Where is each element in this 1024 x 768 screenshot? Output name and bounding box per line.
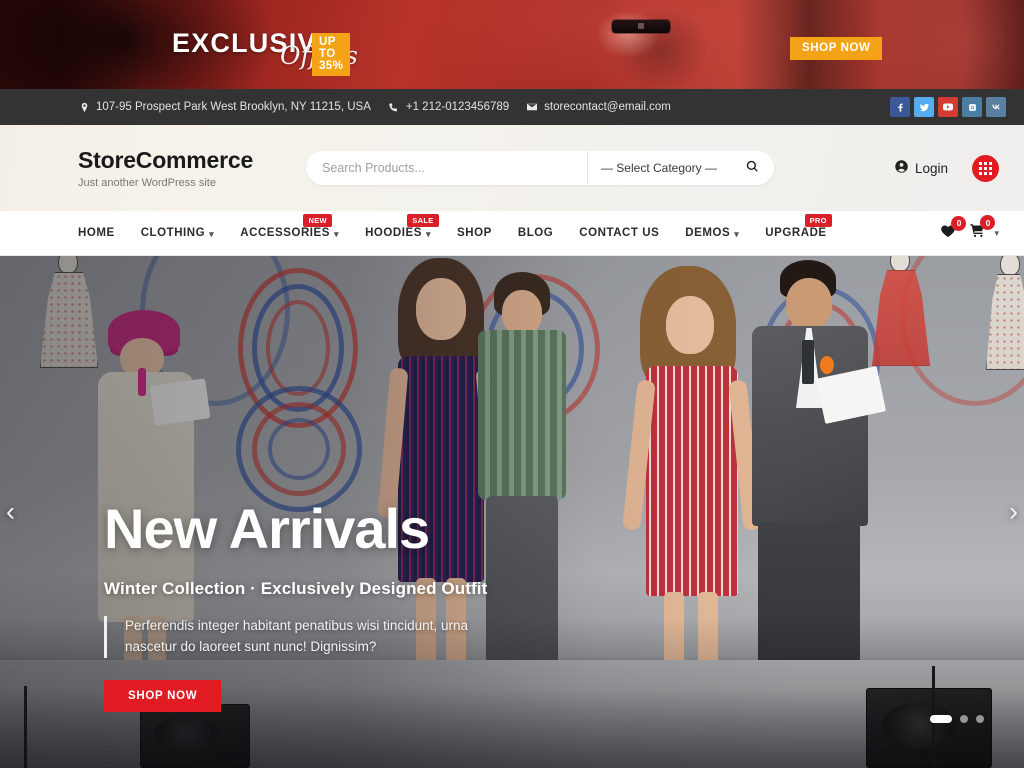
nav-link-upgrade[interactable]: UPGRADE — [765, 227, 826, 239]
nav-link-contact-us[interactable]: CONTACT US — [579, 227, 659, 239]
hero-title: New Arrivals — [104, 497, 430, 560]
carousel-dot-3[interactable] — [976, 715, 984, 723]
nav-list: HOME CLOTHING ▾ NEW ACCESSORIES ▾ SALE H… — [78, 214, 853, 239]
nav-item-demos[interactable]: DEMOS ▾ — [685, 227, 739, 239]
site-branding[interactable]: StoreCommerce Just another WordPress sit… — [78, 147, 306, 189]
contact-email[interactable]: storecontact@email.com — [526, 101, 671, 113]
instagram-icon[interactable] — [962, 97, 982, 117]
carousel-prev-arrow[interactable]: ‹ — [6, 498, 15, 526]
category-select[interactable]: — Select Category — — [587, 151, 730, 185]
search-submit-button[interactable] — [730, 151, 774, 185]
contact-phone[interactable]: +1 212-0123456789 — [388, 101, 509, 113]
location-pin-icon — [78, 101, 90, 113]
nav-link-shop[interactable]: SHOP — [457, 227, 492, 239]
site-tagline: Just another WordPress site — [78, 177, 216, 189]
carousel-next-arrow[interactable]: › — [1009, 498, 1018, 526]
product-search-bar: — Select Category — — [306, 151, 774, 185]
cart-button[interactable]: 0 ▾ — [969, 215, 999, 244]
nav-label: HOODIES — [365, 227, 422, 239]
user-circle-icon — [894, 159, 909, 177]
contact-address: 107-95 Prospect Park West Brooklyn, NY 1… — [78, 101, 371, 113]
nav-label: CLOTHING — [140, 227, 206, 239]
wishlist-button[interactable]: 0 — [940, 215, 967, 244]
social-links — [890, 97, 1006, 117]
site-header: StoreCommerce Just another WordPress sit… — [0, 125, 1024, 211]
search-input[interactable] — [306, 151, 587, 185]
hero-description: Perferendis integer habitant penatibus w… — [104, 616, 504, 658]
hero-subtitle: Winter Collection · Exclusively Designed… — [104, 579, 488, 599]
nav-badge-new: NEW — [303, 214, 332, 227]
nav-link-hoodies[interactable]: HOODIES ▾ — [365, 227, 431, 239]
promo-shop-now-button[interactable]: SHOP NOW — [790, 37, 883, 60]
nav-label: UPGRADE — [765, 227, 827, 239]
facebook-icon[interactable] — [890, 97, 910, 117]
nav-label: DEMOS — [685, 227, 731, 239]
nav-item-clothing[interactable]: CLOTHING ▾ — [141, 227, 215, 239]
phone-icon — [388, 101, 400, 113]
top-contact-bar: 107-95 Prospect Park West Brooklyn, NY 1… — [0, 89, 1024, 125]
nav-item-home[interactable]: HOME — [78, 227, 115, 239]
promo-discount-badge: UP TO 35% — [312, 33, 351, 76]
nav-label: BLOG — [517, 227, 554, 239]
chevron-down-icon: ▾ — [334, 228, 340, 239]
apps-grid-icon[interactable] — [972, 154, 999, 182]
nav-label: HOME — [78, 227, 115, 239]
grid-dots — [979, 161, 992, 175]
nav-badge-pro: PRO — [804, 214, 832, 227]
nav-utility-icons: 0 0 ▾ — [940, 215, 999, 244]
carousel-dot-2[interactable] — [960, 715, 968, 723]
nav-link-demos[interactable]: DEMOS ▾ — [685, 227, 739, 239]
nav-link-blog[interactable]: BLOG — [518, 227, 553, 239]
carousel-pagination — [930, 715, 984, 723]
login-label: Login — [914, 160, 948, 176]
chevron-down-icon: ▾ — [734, 228, 740, 239]
envelope-icon — [526, 101, 538, 113]
nav-link-clothing[interactable]: CLOTHING ▾ — [141, 227, 215, 239]
nav-label: CONTACT US — [579, 227, 660, 239]
nav-item-contact-us[interactable]: CONTACT US — [579, 227, 659, 239]
chevron-down-icon: ▾ — [425, 228, 432, 239]
nav-item-hoodies[interactable]: SALE HOODIES ▾ — [365, 214, 439, 239]
vk-icon[interactable] — [986, 97, 1006, 117]
hero-content: New Arrivals Winter Collection · Exclusi… — [104, 500, 664, 712]
carousel-dot-1[interactable] — [930, 715, 952, 723]
site-title: StoreCommerce — [78, 147, 254, 173]
contact-email-text: storecontact@email.com — [544, 101, 671, 113]
hero-slider: New Arrivals Winter Collection · Exclusi… — [0, 256, 1024, 768]
nav-item-upgrade[interactable]: PRO UPGRADE — [765, 214, 832, 239]
youtube-icon[interactable] — [938, 97, 958, 117]
search-icon — [745, 159, 760, 177]
chevron-down-icon[interactable]: ▾ — [994, 228, 999, 239]
nav-item-accessories[interactable]: NEW ACCESSORIES ▾ — [240, 214, 339, 239]
login-link[interactable]: Login — [894, 159, 948, 177]
promo-text-group: EXCLUSIVE Offers UP TO 35% — [172, 28, 358, 76]
hero-shop-now-button[interactable]: SHOP NOW — [104, 679, 222, 712]
contact-phone-text: +1 212-0123456789 — [405, 101, 510, 113]
nav-link-accessories[interactable]: ACCESSORIES ▾ — [240, 227, 339, 239]
contact-address-text: 107-95 Prospect Park West Brooklyn, NY 1… — [96, 101, 371, 113]
nav-label: ACCESSORIES — [240, 227, 330, 239]
nav-label: SHOP — [457, 227, 492, 239]
nav-badge-sale: SALE — [407, 214, 439, 227]
nav-item-shop[interactable]: SHOP — [457, 227, 492, 239]
nav-link-home[interactable]: HOME — [78, 227, 115, 239]
main-navigation: HOME CLOTHING ▾ NEW ACCESSORIES ▾ SALE H… — [0, 211, 1024, 256]
wishlist-count-badge: 0 — [951, 215, 967, 231]
nav-item-blog[interactable]: BLOG — [518, 227, 553, 239]
promo-banner: EXCLUSIVE Offers UP TO 35% SHOP NOW — [0, 0, 1024, 89]
cart-count-badge: 0 — [980, 215, 996, 230]
chevron-down-icon: ▾ — [209, 228, 215, 239]
twitter-icon[interactable] — [914, 97, 934, 117]
